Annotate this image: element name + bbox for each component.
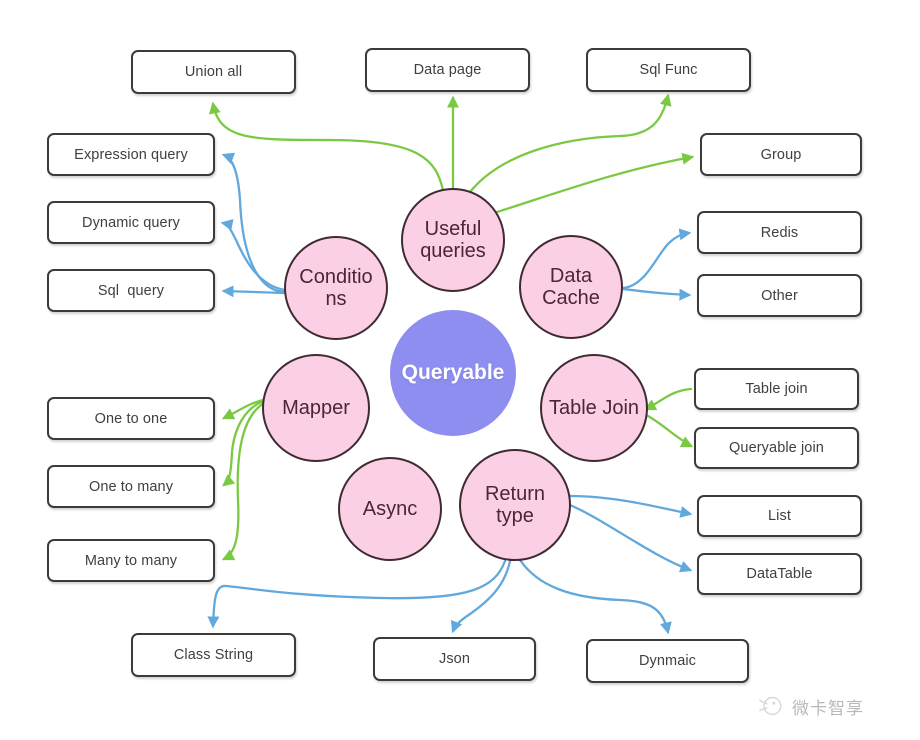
edge-return-type-to-dynmaic	[518, 558, 672, 635]
edge-conditions-to-dynamic-query	[220, 219, 287, 292]
leaf-node-table-join-leaf[interactable]: Table join	[694, 368, 859, 410]
watermark-logo-icon	[759, 696, 782, 716]
edge-group-return-type	[207, 494, 693, 635]
edge-table-join-leaf-to-table-join	[643, 387, 693, 411]
branch-node-useful-queries[interactable]: Useful queries	[401, 188, 505, 292]
node-label: Queryable	[401, 361, 505, 385]
watermark-text: 微卡智享	[792, 698, 864, 718]
node-label: Useful queries	[420, 217, 486, 262]
leaf-node-redis[interactable]: Redis	[697, 211, 862, 254]
node-label: Async	[362, 497, 418, 520]
leaf-node-one-to-one[interactable]: One to one	[47, 397, 215, 440]
edge-table-join-to-queryable-join	[646, 414, 694, 448]
branch-node-conditions[interactable]: Conditio ns	[284, 236, 388, 340]
node-label: Group	[760, 146, 802, 163]
leaf-node-expression-query[interactable]: Expression query	[47, 133, 215, 176]
leaf-node-dynamic-query[interactable]: Dynamic query	[47, 201, 215, 244]
branch-node-data-cache[interactable]: Data Cache	[519, 235, 623, 339]
edge-conditions-to-expression-query	[221, 152, 286, 294]
edge-group-data-cache	[621, 228, 692, 301]
edge-group-conditions	[220, 152, 287, 298]
node-label: Union all	[184, 64, 243, 80]
edge-return-type-to-class-string	[207, 559, 507, 629]
leaf-node-class-string[interactable]: Class String	[131, 633, 296, 677]
edge-group-table-join	[643, 387, 694, 448]
node-label: One to many	[88, 478, 174, 495]
mindmap-canvas: Queryable Conditio ns Useful queries Data C…	[0, 0, 920, 740]
node-label: Conditio ns	[299, 265, 373, 310]
node-label: Table Join	[548, 396, 640, 419]
branch-node-async[interactable]: Async	[338, 457, 442, 561]
edge-mapper-to-many-to-many	[221, 400, 268, 561]
node-label: Dynmaic	[638, 653, 697, 669]
node-label: List	[768, 508, 791, 524]
leaf-node-sql-func[interactable]: Sql Func	[586, 48, 751, 92]
node-label: Data Cache	[542, 264, 600, 309]
node-label: Queryable join	[729, 440, 824, 456]
edge-return-type-to-datatable	[568, 503, 693, 573]
edge-mapper-to-one-to-one	[221, 398, 265, 420]
node-label: Mapper	[282, 396, 350, 419]
leaf-node-union-all[interactable]: Union all	[131, 50, 296, 94]
branch-node-mapper[interactable]: Mapper	[262, 354, 370, 462]
branch-node-return-type[interactable]: Return type	[459, 449, 571, 561]
edge-return-type-to-list	[568, 494, 693, 518]
edge-mapper-to-one-to-many	[222, 399, 266, 487]
leaf-node-list[interactable]: List	[697, 495, 862, 537]
node-label: Data page	[413, 62, 482, 78]
leaf-node-one-to-many[interactable]: One to many	[47, 465, 215, 508]
watermark: 微卡智享	[757, 692, 864, 720]
leaf-node-dynmaic[interactable]: Dynmaic	[586, 639, 749, 683]
branch-node-table-join[interactable]: Table Join	[540, 354, 648, 462]
edge-useful-queries-to-group	[495, 152, 695, 214]
node-label: Return type	[484, 482, 546, 527]
node-label: Class String	[173, 647, 254, 663]
node-label: One to one	[94, 410, 168, 427]
node-label: Redis	[760, 224, 799, 241]
node-label: DataTable	[746, 566, 813, 582]
edge-group-mapper	[221, 398, 268, 561]
leaf-node-data-page[interactable]: Data page	[365, 48, 530, 92]
leaf-node-group[interactable]: Group	[700, 133, 862, 176]
edge-return-type-to-json	[451, 559, 512, 634]
node-label: Json	[438, 651, 471, 667]
edge-data-cache-to-other	[621, 287, 692, 301]
node-label: Table join	[745, 381, 808, 397]
node-label: Many to many	[84, 552, 178, 569]
leaf-node-datatable[interactable]: DataTable	[697, 553, 862, 595]
node-label: Dynamic query	[82, 214, 180, 231]
node-label: Expression query	[74, 146, 188, 163]
leaf-node-sql-query[interactable]: Sql query	[47, 269, 215, 312]
node-label: Sql Func	[639, 62, 698, 78]
edge-useful-queries-to-union-all	[208, 101, 445, 192]
edge-useful-queries-to-sql-func	[468, 93, 672, 194]
leaf-node-other[interactable]: Other	[697, 274, 862, 317]
node-label: Sql query	[97, 282, 165, 299]
edge-data-cache-to-redis	[621, 228, 692, 290]
node-label: Other	[761, 287, 798, 304]
leaf-node-many-to-many[interactable]: Many to many	[47, 539, 215, 582]
center-node-queryable[interactable]: Queryable	[390, 310, 516, 436]
leaf-node-json[interactable]: Json	[373, 637, 536, 681]
edge-conditions-to-sql-query	[221, 285, 286, 298]
leaf-node-queryable-join[interactable]: Queryable join	[694, 427, 859, 469]
